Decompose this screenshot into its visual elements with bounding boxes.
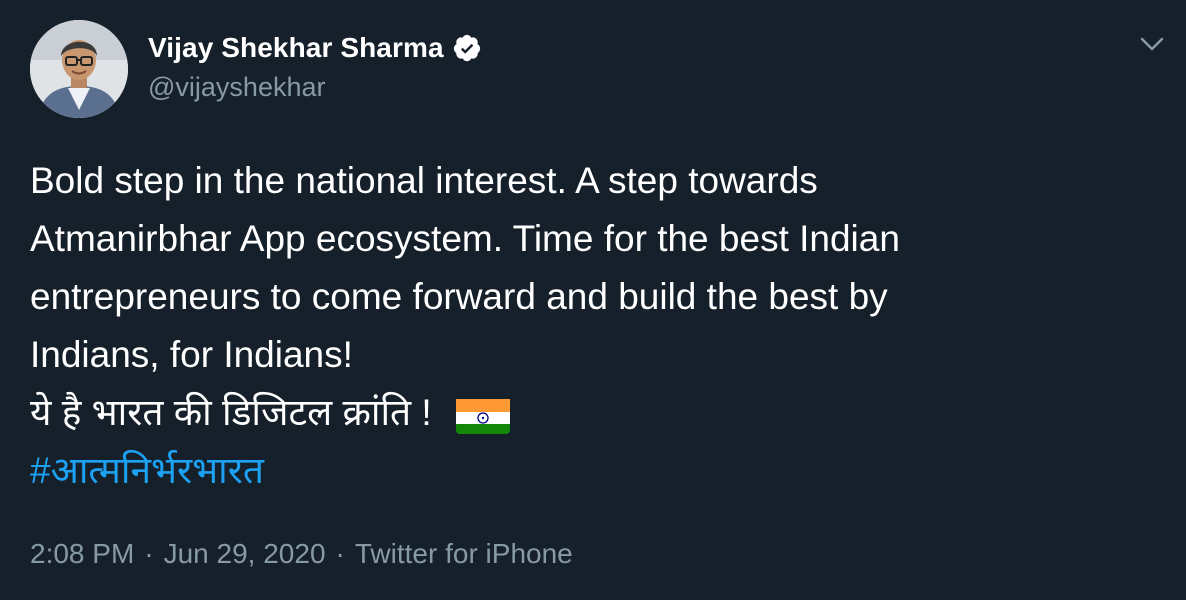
tweet-hindi-line: ये है भारत की डिजिटल क्रांति !	[30, 384, 1150, 442]
author-handle[interactable]: @vijayshekhar	[148, 72, 482, 103]
meta-separator: ·	[335, 538, 345, 569]
tweet-source[interactable]: Twitter for iPhone	[355, 538, 573, 570]
tweet-text: Bold step in the national interest. A st…	[30, 152, 1150, 500]
india-flag-icon	[455, 396, 510, 435]
tweet-meta: 2:08 PM · Jun 29, 2020 · Twitter for iPh…	[30, 538, 573, 570]
author-info: Vijay Shekhar Sharma @vijayshekhar	[148, 28, 482, 103]
chevron-down-icon[interactable]	[1138, 30, 1166, 58]
tweet-date[interactable]: Jun 29, 2020	[164, 538, 326, 570]
tweet-text-line: Atmanirbhar App ecosystem. Time for the …	[30, 218, 900, 259]
meta-separator: ·	[144, 538, 154, 569]
verified-badge-icon	[452, 33, 482, 63]
tweet-text-line: Indians, for Indians!	[30, 334, 353, 375]
tweet-text-line: entrepreneurs to come forward and build …	[30, 276, 888, 317]
hindi-text: ये है भारत की डिजिटल क्रांति !	[30, 392, 432, 433]
avatar-image	[30, 20, 128, 118]
tweet-card: Vijay Shekhar Sharma @vijayshekhar Bold …	[0, 0, 1186, 600]
author-name-row: Vijay Shekhar Sharma	[148, 28, 482, 68]
author-display-name[interactable]: Vijay Shekhar Sharma	[148, 32, 444, 64]
hashtag-link[interactable]: #आत्मनिर्भरभारत	[30, 442, 1150, 500]
tweet-time[interactable]: 2:08 PM	[30, 538, 134, 570]
author-avatar[interactable]	[30, 20, 128, 118]
tweet-text-line: Bold step in the national interest. A st…	[30, 160, 818, 201]
